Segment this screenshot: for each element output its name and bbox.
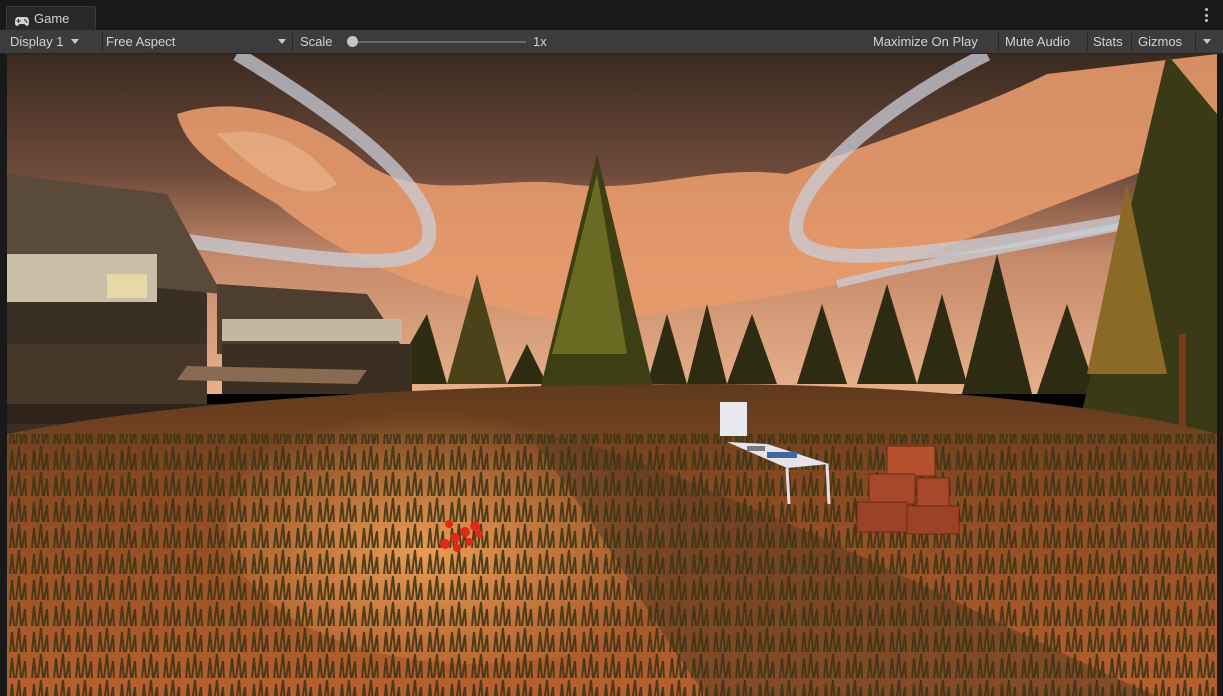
gizmos-button[interactable]: Gizmos [1133,30,1187,53]
scale-slider-handle[interactable] [347,36,358,47]
display-dropdown[interactable]: Display 1 [10,30,104,53]
chevron-down-icon [1203,39,1211,44]
tab-strip: Game [0,0,1223,31]
game-viewport[interactable] [7,54,1217,696]
gizmos-dropdown[interactable] [1199,30,1215,53]
scale-slider-track[interactable] [354,41,526,43]
kebab-menu-icon[interactable] [1205,8,1209,22]
game-scene [7,54,1217,696]
aspect-label: Free Aspect [106,34,176,49]
scale-value: 1x [533,34,547,49]
grass [7,434,1217,696]
scale-label: Scale [300,34,333,49]
game-toolbar: Display 1 Free Aspect Scale 1x Maximize … [0,30,1223,54]
gamepad-icon [15,14,29,26]
tab-label: Game [34,11,70,26]
mute-audio-button[interactable]: Mute Audio [1000,30,1075,53]
divider [998,33,999,50]
divider [1131,33,1132,50]
display-label: Display 1 [10,34,64,49]
chevron-down-icon [278,39,286,44]
aspect-dropdown[interactable]: Free Aspect [106,30,290,53]
divider [292,33,293,50]
tab-game[interactable]: Game [6,6,96,30]
chevron-down-icon [71,39,80,44]
maximize-on-play-button[interactable]: Maximize On Play [868,30,983,53]
stats-button[interactable]: Stats [1088,30,1128,53]
divider [102,33,103,50]
divider [1195,33,1196,50]
